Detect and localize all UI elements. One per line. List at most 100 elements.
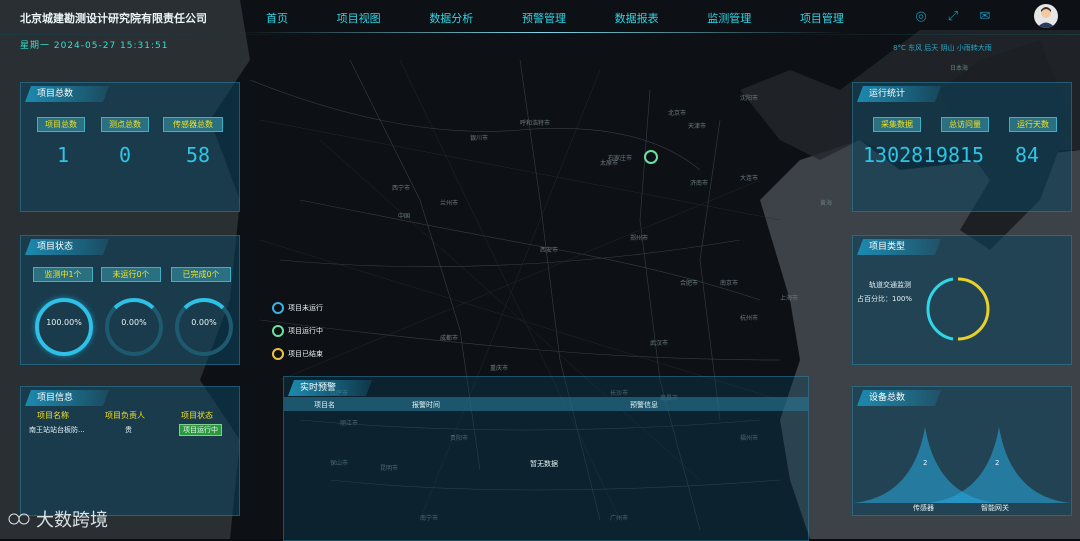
- map-city-label: 南京市: [720, 279, 738, 287]
- col-project-status: 项目状态: [181, 411, 213, 420]
- col-alert-info: 预警信息: [630, 401, 658, 409]
- datetime-display: 星期一 2024-05-27 15:31:51: [20, 41, 169, 51]
- map-city-label: 上海市: [780, 294, 798, 302]
- alert-empty-text: 暂无数据: [530, 460, 558, 468]
- pin-icon: [272, 302, 284, 314]
- status-percent-monitoring: 100.00%: [46, 318, 82, 327]
- header-icons: ◎ ⤢ ✉: [912, 8, 994, 26]
- nav-alert-management[interactable]: 预警管理: [516, 10, 572, 32]
- nav-data-report[interactable]: 数据报表: [609, 10, 665, 32]
- project-overview-panel: 项目总数 项目总数 测点总数 传感器总数 1 0 58: [20, 82, 240, 212]
- monitoring-count-label: 监测中1个: [33, 267, 93, 282]
- map-city-label: 合肥市: [680, 279, 698, 287]
- run-stats-title: 运行统计: [857, 86, 941, 102]
- total-visits-value: 9815: [935, 143, 985, 167]
- user-avatar-icon[interactable]: [1034, 4, 1058, 28]
- run-days-value: 84: [1014, 143, 1040, 167]
- legend-running: 项目运行中: [272, 325, 323, 337]
- run-stats-panel: 运行统计 采集数据 总访问量 运行天数 130281 9815 84: [852, 82, 1072, 212]
- fullscreen-icon[interactable]: ⤢: [944, 8, 962, 26]
- collected-data-label: 采集数据: [873, 117, 921, 132]
- sensor-count-value: 58: [185, 143, 211, 167]
- nav-project-management[interactable]: 项目管理: [794, 10, 850, 32]
- message-icon[interactable]: ✉: [976, 8, 994, 26]
- nav-data-analysis[interactable]: 数据分析: [423, 10, 479, 32]
- equipment-chart: [853, 427, 1071, 503]
- alert-title: 实时预警: [288, 380, 372, 396]
- pin-icon: [272, 325, 284, 337]
- project-location-pin-icon[interactable]: [644, 150, 658, 164]
- map-city-label: 兰州市: [440, 199, 458, 207]
- sensor-value: 2: [923, 459, 928, 467]
- map-city-label: 天津市: [688, 122, 706, 130]
- nav-monitor-management[interactable]: 监测管理: [701, 10, 757, 32]
- alert-panel: 实时预警 项目名 报警时间 预警信息 暂无数据: [283, 376, 809, 541]
- header-divider: [0, 34, 1080, 35]
- project-count-label: 项目总数: [37, 117, 85, 132]
- run-days-label: 运行天数: [1009, 117, 1057, 132]
- screenshot-icon[interactable]: ◎: [912, 8, 930, 26]
- top-nav: 首页 项目视图 数据分析 预警管理 数据报表 监测管理 项目管理: [260, 10, 850, 32]
- project-name-cell[interactable]: 南王站站台板防...: [29, 425, 85, 435]
- project-type-ring-chart: [926, 277, 990, 341]
- project-status-title: 项目状态: [25, 239, 109, 255]
- project-status-panel: 项目状态 监测中1个 未运行0个 已完成0个 100.00% 0.00% 0.0…: [20, 235, 240, 365]
- map-city-label: 北京市: [668, 109, 686, 117]
- map-city-label: 银川市: [470, 134, 488, 142]
- gateway-value: 2: [995, 459, 1000, 467]
- collected-data-value: 130281: [863, 143, 936, 167]
- alert-table-header: [284, 397, 808, 411]
- status-percent-not-running: 0.00%: [121, 318, 147, 327]
- legend-not-running: 项目未运行: [272, 302, 323, 314]
- project-owner-cell: 贵: [125, 426, 132, 434]
- project-type-percent: 占百分比：100%: [857, 295, 913, 303]
- nav-project-view[interactable]: 项目视图: [331, 10, 387, 32]
- project-info-title: 项目信息: [25, 390, 109, 406]
- equipment-panel: 设备总数 2 2 传感器 智能网关: [852, 386, 1072, 516]
- project-count-value: 1: [56, 143, 70, 167]
- completed-count-label: 已完成0个: [171, 267, 231, 282]
- project-overview-title: 项目总数: [25, 86, 109, 102]
- sensor-count-label: 传感器总数: [163, 117, 223, 132]
- company-name: 北京城建勘测设计研究院有限责任公司: [20, 12, 207, 25]
- map-city-label: 杭州市: [740, 314, 758, 322]
- map-city-label: 重庆市: [490, 364, 508, 372]
- watermark: 大数跨境: [8, 506, 108, 532]
- weather-info: 8°C 东风 后天 阴山 小雨转大雨: [893, 44, 992, 52]
- map-city-label: 济南市: [690, 179, 708, 187]
- project-type-name: 轨道交通监测: [869, 281, 911, 289]
- status-percent-completed: 0.00%: [191, 318, 217, 327]
- map-city-label: 中国: [398, 212, 410, 220]
- project-type-title: 项目类型: [857, 239, 941, 255]
- equipment-title: 设备总数: [857, 390, 941, 406]
- project-status-badge: 项目运行中: [179, 424, 222, 436]
- map-city-label: 郑州市: [630, 234, 648, 242]
- measure-point-count-label: 测点总数: [101, 117, 149, 132]
- col-project-name: 项目名称: [37, 411, 69, 420]
- map-city-label: 成都市: [440, 334, 458, 342]
- map-city-label: 西安市: [540, 246, 558, 254]
- map-city-label: 大连市: [740, 174, 758, 182]
- nav-underline: [238, 32, 848, 33]
- map-city-label: 呼和浩特市: [520, 119, 550, 127]
- project-type-panel: 项目类型 轨道交通监测 占百分比：100%: [852, 235, 1072, 365]
- status-ring-completed: [175, 298, 233, 356]
- map-city-label: 沈阳市: [740, 94, 758, 102]
- pin-icon: [272, 348, 284, 360]
- status-ring-monitoring: [35, 298, 93, 356]
- legend-completed: 项目已结束: [272, 348, 323, 360]
- sensor-label: 传感器: [913, 504, 934, 512]
- project-info-panel: 项目信息 项目名称 项目负责人 项目状态 南王站站台板防... 贵 项目运行中: [20, 386, 240, 516]
- col-alert-time: 报警时间: [412, 401, 440, 409]
- map-city-label: 太原市: [600, 159, 618, 167]
- gateway-label: 智能网关: [981, 504, 1009, 512]
- nav-home[interactable]: 首页: [260, 10, 294, 32]
- total-visits-label: 总访问量: [941, 117, 989, 132]
- col-project-owner: 项目负责人: [105, 411, 145, 420]
- map-city-label: 西宁市: [392, 184, 410, 192]
- map-city-label: 黄海: [820, 199, 832, 207]
- map-city-label: 武汉市: [650, 339, 668, 347]
- not-running-count-label: 未运行0个: [101, 267, 161, 282]
- col-alert-project: 项目名: [314, 401, 335, 409]
- measure-point-count-value: 0: [118, 143, 132, 167]
